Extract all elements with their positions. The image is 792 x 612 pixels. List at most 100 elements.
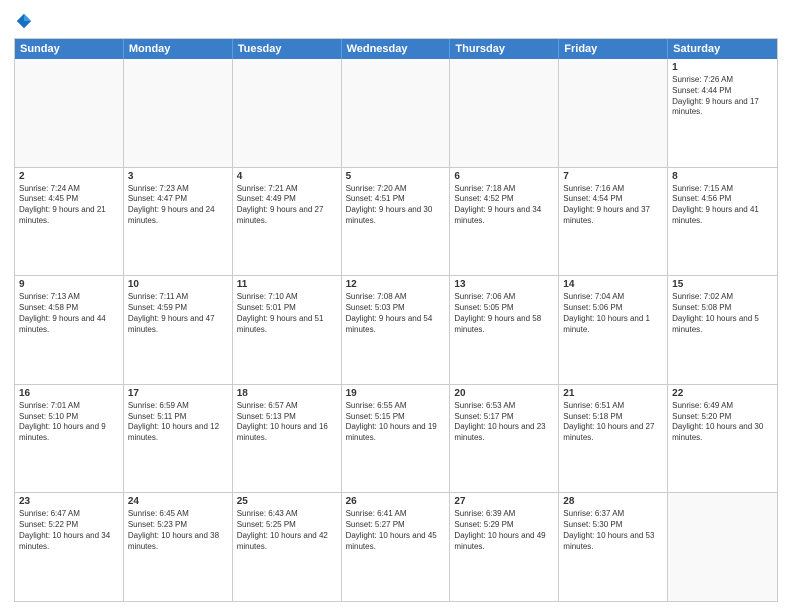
- calendar-row-4: 23Sunrise: 6:47 AMSunset: 5:22 PMDayligh…: [15, 493, 777, 601]
- calendar-cell: 16Sunrise: 7:01 AMSunset: 5:10 PMDayligh…: [15, 385, 124, 493]
- calendar-cell: 15Sunrise: 7:02 AMSunset: 5:08 PMDayligh…: [668, 276, 777, 384]
- cell-info: Daylight: 9 hours and 34 minutes.: [454, 205, 554, 227]
- cell-info: Daylight: 10 hours and 53 minutes.: [563, 531, 663, 553]
- cell-info: Sunrise: 6:39 AM: [454, 509, 554, 520]
- day-number: 6: [454, 171, 554, 182]
- calendar-body: 1Sunrise: 7:26 AMSunset: 4:44 PMDaylight…: [15, 59, 777, 601]
- cell-info: Daylight: 10 hours and 19 minutes.: [346, 422, 446, 444]
- cell-info: Sunset: 5:30 PM: [563, 520, 663, 531]
- day-number: 27: [454, 496, 554, 507]
- calendar-cell: 11 Sunrise: 7:10 AMSunset: 5:01 PMDayligh…: [233, 276, 342, 384]
- day-number: 28: [563, 496, 663, 507]
- cell-info: Sunrise: 6:51 AM: [563, 401, 663, 412]
- cell-info: Daylight: 9 hours and 44 minutes.: [19, 314, 119, 336]
- cell-info: Sunset: 5:10 PM: [19, 412, 119, 423]
- cell-info: Sunrise: 7:21 AM: [237, 184, 337, 195]
- cell-info: Sunrise: 6:57 AM: [237, 401, 337, 412]
- cell-info: Sunset: 5:11 PM: [128, 412, 228, 423]
- day-number: 25: [237, 496, 337, 507]
- cell-info: Sunset: 4:59 PM: [128, 303, 228, 314]
- day-number: 11: [237, 279, 337, 290]
- cell-info: Sunrise: 7:26 AM: [672, 75, 773, 86]
- cell-info: Daylight: 9 hours and 51 minutes.: [237, 314, 337, 336]
- cell-info: Daylight: 10 hours and 23 minutes.: [454, 422, 554, 444]
- calendar-cell: 2Sunrise: 7:24 AMSunset: 4:45 PMDaylight…: [15, 168, 124, 276]
- day-number: 8: [672, 171, 773, 182]
- cell-info: Sunrise: 7:13 AM: [19, 292, 119, 303]
- day-number: 21: [563, 388, 663, 399]
- calendar-cell: 3Sunrise: 7:23 AMSunset: 4:47 PMDaylight…: [124, 168, 233, 276]
- cell-info: Sunrise: 7:08 AM: [346, 292, 446, 303]
- cell-info: Sunset: 5:17 PM: [454, 412, 554, 423]
- calendar-cell: 12 Sunrise: 7:08 AMSunset: 5:03 PMDayligh…: [342, 276, 451, 384]
- cell-info: Sunrise: 7:11 AM: [128, 292, 228, 303]
- cell-info: Sunrise: 7:20 AM: [346, 184, 446, 195]
- cell-info: Sunset: 5:01 PM: [237, 303, 337, 314]
- calendar-cell: 7Sunrise: 7:16 AMSunset: 4:54 PMDaylight…: [559, 168, 668, 276]
- cell-info: Sunset: 4:52 PM: [454, 194, 554, 205]
- cell-info: Daylight: 9 hours and 24 minutes.: [128, 205, 228, 227]
- day-number: 4: [237, 171, 337, 182]
- day-number: 14: [563, 279, 663, 290]
- cell-info: Daylight: 9 hours and 58 minutes.: [454, 314, 554, 336]
- calendar-cell: 6Sunrise: 7:18 AMSunset: 4:52 PMDaylight…: [450, 168, 559, 276]
- cell-info: Daylight: 10 hours and 9 minutes.: [19, 422, 119, 444]
- day-number: 5: [346, 171, 446, 182]
- calendar-row-3: 16Sunrise: 7:01 AMSunset: 5:10 PMDayligh…: [15, 385, 777, 494]
- cell-info: Sunset: 4:47 PM: [128, 194, 228, 205]
- page: SundayMondayTuesdayWednesdayThursdayFrid…: [0, 0, 792, 612]
- header-day-friday: Friday: [559, 39, 668, 59]
- cell-info: Sunset: 5:23 PM: [128, 520, 228, 531]
- calendar-cell: 21Sunrise: 6:51 AMSunset: 5:18 PMDayligh…: [559, 385, 668, 493]
- day-number: 23: [19, 496, 119, 507]
- cell-info: Daylight: 9 hours and 41 minutes.: [672, 205, 773, 227]
- calendar-cell: [668, 493, 777, 601]
- cell-info: Sunrise: 7:24 AM: [19, 184, 119, 195]
- cell-info: Daylight: 10 hours and 5 minutes.: [672, 314, 773, 336]
- header-day-wednesday: Wednesday: [342, 39, 451, 59]
- calendar-row-2: 9Sunrise: 7:13 AMSunset: 4:58 PMDaylight…: [15, 276, 777, 385]
- calendar-cell: 18Sunrise: 6:57 AMSunset: 5:13 PMDayligh…: [233, 385, 342, 493]
- calendar-cell: 22Sunrise: 6:49 AMSunset: 5:20 PMDayligh…: [668, 385, 777, 493]
- cell-info: Sunrise: 6:43 AM: [237, 509, 337, 520]
- calendar-cell: 27Sunrise: 6:39 AMSunset: 5:29 PMDayligh…: [450, 493, 559, 601]
- cell-info: Sunset: 5:20 PM: [672, 412, 773, 423]
- cell-info: Sunset: 5:25 PM: [237, 520, 337, 531]
- cell-info: Daylight: 9 hours and 17 minutes.: [672, 97, 773, 119]
- day-number: 16: [19, 388, 119, 399]
- cell-info: Sunset: 4:54 PM: [563, 194, 663, 205]
- cell-info: Sunrise: 7:15 AM: [672, 184, 773, 195]
- day-number: 20: [454, 388, 554, 399]
- cell-info: Daylight: 9 hours and 54 minutes.: [346, 314, 446, 336]
- header-day-sunday: Sunday: [15, 39, 124, 59]
- calendar-cell: 20Sunrise: 6:53 AMSunset: 5:17 PMDayligh…: [450, 385, 559, 493]
- header: [14, 12, 778, 30]
- cell-info: Daylight: 9 hours and 30 minutes.: [346, 205, 446, 227]
- cell-info: Sunset: 5:03 PM: [346, 303, 446, 314]
- cell-info: Sunset: 4:56 PM: [672, 194, 773, 205]
- calendar-cell: 8 Sunrise: 7:15 AMSunset: 4:56 PMDaylight…: [668, 168, 777, 276]
- cell-info: Daylight: 9 hours and 21 minutes.: [19, 205, 119, 227]
- day-number: 7: [563, 171, 663, 182]
- cell-info: Sunset: 4:49 PM: [237, 194, 337, 205]
- calendar-cell: 25Sunrise: 6:43 AMSunset: 5:25 PMDayligh…: [233, 493, 342, 601]
- day-number: 9: [19, 279, 119, 290]
- cell-info: Daylight: 9 hours and 27 minutes.: [237, 205, 337, 227]
- day-number: 17: [128, 388, 228, 399]
- day-number: 3: [128, 171, 228, 182]
- calendar-cell: 28Sunrise: 6:37 AMSunset: 5:30 PMDayligh…: [559, 493, 668, 601]
- day-number: 12: [346, 279, 446, 290]
- header-day-thursday: Thursday: [450, 39, 559, 59]
- cell-info: Sunrise: 7:10 AM: [237, 292, 337, 303]
- cell-info: Sunset: 4:44 PM: [672, 86, 773, 97]
- header-day-tuesday: Tuesday: [233, 39, 342, 59]
- calendar-cell: 1Sunrise: 7:26 AMSunset: 4:44 PMDaylight…: [668, 59, 777, 167]
- cell-info: Daylight: 9 hours and 47 minutes.: [128, 314, 228, 336]
- calendar-cell: 23Sunrise: 6:47 AMSunset: 5:22 PMDayligh…: [15, 493, 124, 601]
- cell-info: Daylight: 10 hours and 38 minutes.: [128, 531, 228, 553]
- cell-info: Sunrise: 7:04 AM: [563, 292, 663, 303]
- logo: [14, 12, 33, 30]
- cell-info: Sunset: 5:15 PM: [346, 412, 446, 423]
- day-number: 2: [19, 171, 119, 182]
- calendar-header: SundayMondayTuesdayWednesdayThursdayFrid…: [15, 39, 777, 59]
